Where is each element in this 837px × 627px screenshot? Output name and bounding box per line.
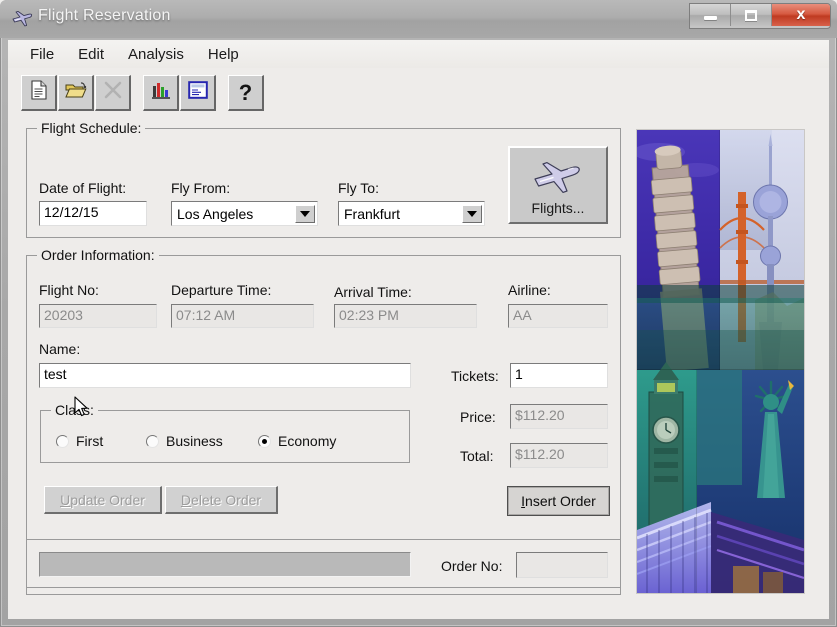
fax-order-button[interactable]: [180, 75, 216, 111]
toolbar-group-file: [21, 75, 132, 111]
graph-button[interactable]: [143, 75, 179, 111]
flights-button-label: Flights...: [531, 199, 585, 216]
airline-input: AA: [508, 304, 608, 328]
toolbar-group-analysis: [143, 75, 217, 111]
update-order-accel: U: [60, 491, 71, 508]
close-icon: x: [796, 6, 806, 23]
departure-time-input: 07:12 AM: [171, 304, 314, 328]
tickets-label: Tickets:: [451, 368, 499, 384]
update-order-label: pdate Order: [70, 491, 145, 508]
delete-x-icon: [103, 80, 123, 105]
new-order-icon: [30, 80, 48, 105]
delete-order-accel: D: [180, 491, 192, 508]
airline-label: Airline:: [508, 282, 551, 298]
name-input[interactable]: test: [39, 363, 411, 388]
toolbar: ?: [8, 68, 829, 118]
new-order-button[interactable]: [21, 75, 57, 111]
menu-item-help[interactable]: Help: [196, 44, 251, 65]
airplane-button-icon: [532, 155, 584, 198]
delete-order-label: elete Order: [191, 491, 262, 508]
delete-order-button: [95, 75, 131, 111]
flight-no-label: Flight No:: [39, 282, 99, 298]
minimize-button[interactable]: [690, 4, 731, 26]
arrival-time-label: Arrival Time:: [334, 284, 412, 300]
price-label: Price:: [460, 409, 496, 425]
order-no-input: [516, 552, 608, 578]
date-of-flight-label: Date of Flight:: [39, 180, 127, 196]
class-economy-label: Economy: [278, 433, 337, 449]
progress-bar: [39, 552, 411, 577]
total-input: $112.20: [510, 443, 608, 468]
menu-item-analysis[interactable]: Analysis: [116, 44, 196, 65]
title-bar[interactable]: Flight Reservation x: [0, 0, 837, 38]
fax-window-icon: [187, 81, 208, 104]
menu-item-file[interactable]: File: [18, 44, 66, 65]
airplane-icon: [11, 8, 33, 28]
flight-reservation-window: Flight Reservation x File Edit Analysis …: [0, 0, 837, 627]
chevron-down-icon-2[interactable]: [462, 204, 482, 223]
maximize-button[interactable]: [731, 4, 772, 26]
collage-svg: [637, 130, 804, 593]
window-controls: x: [689, 3, 831, 29]
toolbar-group-help: ?: [228, 75, 265, 111]
flight-schedule-title: Flight Schedule:: [37, 120, 146, 136]
chevron-down-icon[interactable]: [295, 204, 315, 223]
flight-no-input: 20203: [39, 304, 157, 328]
fly-to-combobox[interactable]: Frankfurt: [338, 201, 485, 226]
minimize-icon: [703, 15, 717, 20]
insert-order-button[interactable]: Insert Order: [507, 486, 610, 516]
arrival-time-input: 02:23 PM: [334, 304, 477, 328]
menu-bar: File Edit Analysis Help: [8, 40, 829, 68]
fly-from-label: Fly From:: [171, 180, 231, 196]
travel-collage-image: [637, 130, 804, 593]
help-button[interactable]: ?: [228, 75, 264, 111]
close-button[interactable]: x: [772, 4, 830, 26]
flights-button[interactable]: Flights...: [508, 146, 608, 224]
menu-item-edit[interactable]: Edit: [66, 44, 116, 65]
fly-to-label: Fly To:: [338, 180, 379, 196]
insert-order-label: nsert Order: [525, 493, 596, 509]
name-label: Name:: [39, 341, 81, 357]
radio-business-icon[interactable]: [146, 434, 159, 448]
bar-chart-icon: [151, 80, 171, 105]
radio-economy-icon[interactable]: [258, 434, 271, 448]
delete-order-button: Delete Order: [165, 486, 278, 514]
tickets-input[interactable]: 1: [510, 363, 608, 388]
class-business-label: Business: [166, 433, 223, 449]
open-folder-icon: [64, 80, 87, 105]
fly-from-value: Los Angeles: [177, 205, 254, 222]
maximize-icon: [745, 9, 757, 21]
total-label: Total:: [460, 448, 494, 464]
fly-to-value: Frankfurt: [344, 205, 401, 222]
open-order-button[interactable]: [58, 75, 94, 111]
question-mark-icon: ?: [238, 79, 253, 105]
class-option-economy[interactable]: Economy: [258, 433, 336, 449]
date-of-flight-input[interactable]: 12/12/15: [39, 201, 147, 226]
price-input: $112.20: [510, 404, 608, 429]
window-title: Flight Reservation: [38, 7, 171, 24]
fly-from-combobox[interactable]: Los Angeles: [171, 201, 318, 226]
class-group-title: Class:: [51, 402, 98, 418]
class-option-business[interactable]: Business: [146, 433, 223, 449]
order-no-label: Order No:: [441, 558, 503, 574]
order-information-title: Order Information:: [37, 247, 159, 263]
departure-time-label: Departure Time:: [171, 282, 272, 298]
radio-first-icon[interactable]: [56, 434, 69, 448]
class-first-label: First: [76, 433, 104, 449]
update-order-button: Update Order: [44, 486, 162, 514]
class-option-first[interactable]: First: [56, 433, 103, 449]
